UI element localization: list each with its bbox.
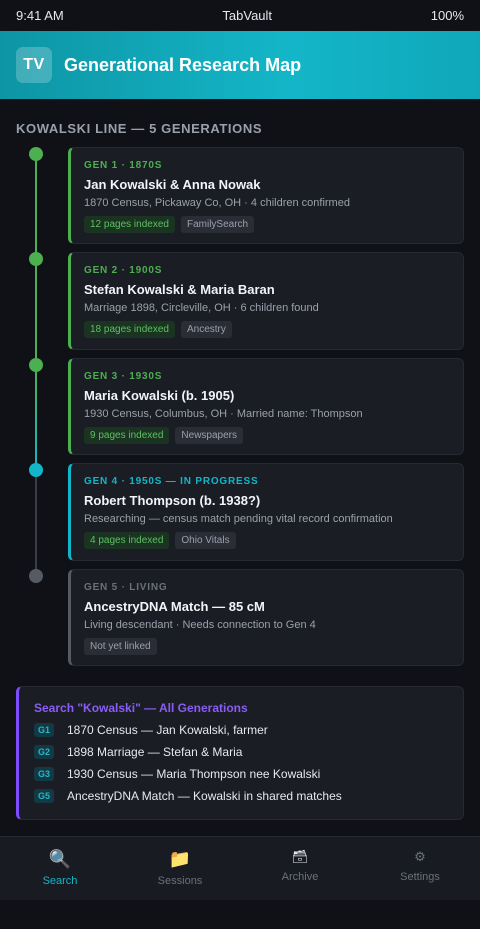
pages-indexed-badge: 12 pages indexed (84, 216, 175, 233)
generation-tag: GEN 5 · LIVING (84, 582, 168, 593)
generation-card-gen1[interactable]: GEN 1 · 1870S Jan Kowalski & Anna Nowak … (68, 147, 464, 244)
generation-detail: Marriage 1898, Circleville, OH · 6 child… (84, 302, 319, 314)
tab-label: Search (42, 875, 78, 887)
generation-name: Stefan Kowalski & Maria Baran (84, 282, 275, 297)
search-result-row[interactable]: G2 1898 Marriage — Stefan & Maria (34, 744, 448, 759)
generation-card-gen3[interactable]: GEN 3 · 1930S Maria Kowalski (b. 1905) 1… (68, 358, 464, 455)
generation-tag: GEN 1 · 1870S (84, 160, 163, 171)
generation-timeline: GEN 1 · 1870S Jan Kowalski & Anna Nowak … (0, 0, 480, 680)
generation-tag: GEN 3 · 1930S (84, 371, 163, 382)
timeline-connector (35, 259, 37, 365)
link-status-badge: Not yet linked (84, 638, 157, 655)
generation-badge: G1 (34, 722, 54, 737)
source-badge: Ohio Vitals (175, 532, 236, 549)
search-result-row[interactable]: G3 1930 Census — Maria Thompson nee Kowa… (34, 766, 448, 781)
timeline-dot-gen4 (29, 463, 43, 477)
source-badge: Newspapers (175, 427, 243, 444)
gear-icon: ⚙ (414, 849, 426, 864)
generation-card-gen2[interactable]: GEN 2 · 1900S Stefan Kowalski & Maria Ba… (68, 252, 464, 350)
generation-name: Robert Thompson (b. 1938?) (84, 493, 261, 508)
timeline-connector (35, 365, 37, 470)
generation-detail: 1930 Census, Columbus, OH · Married name… (84, 408, 363, 420)
tab-sessions[interactable]: 📁 Sessions (120, 837, 240, 900)
bottom-tab-bar: 🔍 Search 📁 Sessions 🗃 Archive ⚙ Settings (0, 836, 480, 900)
generation-card-gen4[interactable]: GEN 4 · 1950S — IN PROGRESS Robert Thomp… (68, 463, 464, 561)
timeline-connector (35, 154, 37, 259)
tab-search[interactable]: 🔍 Search (0, 837, 120, 900)
search-result-text: AncestryDNA Match — Kowalski in shared m… (67, 788, 342, 803)
generation-badge: G3 (34, 766, 54, 781)
generation-detail: 1870 Census, Pickaway Co, OH · 4 childre… (84, 197, 350, 209)
timeline-dot-gen3 (29, 358, 43, 372)
tab-label: Settings (400, 871, 440, 883)
generation-name: Jan Kowalski & Anna Nowak (84, 177, 261, 192)
search-results-panel: Search "Kowalski" — All Generations G1 1… (16, 686, 464, 820)
source-badge: Ancestry (180, 321, 232, 338)
generation-name: AncestryDNA Match — 85 cM (84, 599, 265, 614)
search-result-row[interactable]: G5 AncestryDNA Match — Kowalski in share… (34, 788, 448, 803)
pages-indexed-badge: 4 pages indexed (84, 532, 170, 549)
magnifier-icon: 🔍 (48, 849, 72, 869)
search-results-title: Search "Kowalski" — All Generations (34, 701, 248, 715)
search-result-text: 1870 Census — Jan Kowalski, farmer (67, 722, 268, 737)
tab-settings[interactable]: ⚙ Settings (360, 837, 480, 900)
search-result-text: 1898 Marriage — Stefan & Maria (67, 744, 243, 759)
search-result-row[interactable]: G1 1870 Census — Jan Kowalski, farmer (34, 722, 448, 737)
generation-tag: GEN 4 · 1950S — IN PROGRESS (84, 476, 259, 487)
generation-detail: Researching — census match pending vital… (84, 513, 393, 525)
generation-tag: GEN 2 · 1900S (84, 265, 163, 276)
tab-label: Archive (281, 871, 319, 883)
tab-label: Sessions (157, 875, 203, 887)
folder-icon: 📁 (168, 849, 192, 869)
generation-card-gen5[interactable]: GEN 5 · LIVING AncestryDNA Match — 85 cM… (68, 569, 464, 666)
timeline-dot-gen5 (29, 569, 43, 583)
generation-name: Maria Kowalski (b. 1905) (84, 388, 235, 403)
timeline-dot-gen1 (29, 147, 43, 161)
timeline-dot-gen2 (29, 252, 43, 266)
archive-box-icon: 🗃 (291, 849, 309, 864)
generation-badge: G2 (34, 744, 54, 759)
pages-indexed-badge: 9 pages indexed (84, 427, 170, 444)
pages-indexed-badge: 18 pages indexed (84, 321, 175, 338)
source-badge: FamilySearch (180, 216, 255, 233)
generation-badge: G5 (34, 788, 54, 803)
search-result-text: 1930 Census — Maria Thompson nee Kowalsk… (67, 766, 321, 781)
timeline-connector (35, 470, 37, 576)
generation-detail: Living descendant · Needs connection to … (84, 619, 316, 631)
tab-archive[interactable]: 🗃 Archive (240, 837, 360, 900)
